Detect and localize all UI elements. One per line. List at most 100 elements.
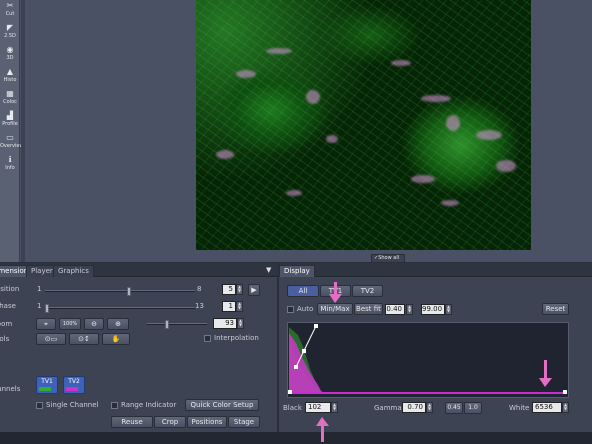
- 3d-tool[interactable]: ◉ 3D: [0, 44, 20, 66]
- info-icon: ℹ: [8, 155, 12, 164]
- white-handle[interactable]: [314, 324, 318, 328]
- bestfit-low-input[interactable]: 0.40: [385, 304, 405, 315]
- stage-button[interactable]: Stage: [228, 416, 260, 428]
- left-toolbar: ✂ Cut ◤ 2.5D ◉ 3D ▲ Histo ▦ Coloc ▟ Profile ▭ O…: [0, 0, 24, 262]
- auto-checkbox[interactable]: [287, 306, 294, 313]
- show-all-toggle[interactable]: ✓Show all: [371, 254, 405, 263]
- gamma-stepper[interactable]: ▲ ▼: [426, 402, 433, 413]
- positions-button[interactable]: Positions: [187, 416, 227, 428]
- position-min: 1: [37, 285, 42, 293]
- dimensions-panel: Dimensions Player Graphics ▼ Position 1 …: [0, 263, 278, 444]
- tv2-channel-button[interactable]: TV2: [63, 376, 85, 394]
- auto-label: Auto: [297, 305, 314, 313]
- zoom-100-button[interactable]: 100%: [59, 318, 81, 330]
- profile-icon: ▟: [6, 111, 14, 120]
- reuse-button[interactable]: Reuse: [111, 416, 153, 428]
- gamma-handle[interactable]: [302, 349, 306, 353]
- single-channel-checkbox[interactable]: [36, 402, 43, 409]
- minmax-button[interactable]: Min/Max: [317, 303, 353, 315]
- position-input[interactable]: 5: [222, 284, 236, 295]
- tab-display[interactable]: Display: [279, 265, 315, 277]
- gamma-045-button[interactable]: 0.45: [445, 402, 463, 414]
- white-label: White: [509, 404, 530, 412]
- tv2-color-swatch: [66, 387, 78, 391]
- position-max: 8: [197, 285, 202, 293]
- coloc-tool[interactable]: ▦ Coloc: [0, 88, 20, 110]
- overview-icon: ▭: [6, 133, 14, 142]
- channel-tv2-button[interactable]: TV2: [352, 285, 383, 297]
- phase-stepper[interactable]: ▲ ▼: [236, 301, 243, 312]
- profile-tool[interactable]: ▟ Profile: [0, 110, 20, 132]
- crosshair-icon: ⌖: [44, 320, 48, 328]
- phase-slider[interactable]: [45, 304, 195, 313]
- zoom-region-button[interactable]: ⊙▭: [36, 333, 66, 345]
- zoom-region-icon: ⊙▭: [44, 335, 58, 343]
- zoom-input[interactable]: 93: [213, 318, 237, 329]
- zoom-slider[interactable]: [147, 320, 207, 329]
- annotation-arrow-black: [316, 417, 329, 442]
- zoom-stepper[interactable]: ▲ ▼: [237, 318, 244, 329]
- image-area: ✂ Cut ◤ 2.5D ◉ 3D ▲ Histo ▦ Coloc ▟ Profile ▭ O…: [0, 0, 592, 263]
- position-slider-thumb[interactable]: [127, 287, 131, 296]
- 3d-icon: ◉: [6, 45, 14, 54]
- phase-slider-thumb[interactable]: [45, 304, 49, 313]
- bestfit-low-stepper[interactable]: ▲ ▼: [406, 304, 413, 315]
- zoom-out-button[interactable]: ⊖: [84, 318, 104, 330]
- black-stepper[interactable]: ▲ ▼: [331, 402, 338, 413]
- position-stepper[interactable]: ▲ ▼: [236, 284, 243, 295]
- left-tab-bar: Dimensions Player Graphics ▼: [0, 263, 278, 277]
- phase-max: 13: [195, 302, 204, 310]
- zoom-fit-button[interactable]: ⌖: [36, 318, 56, 330]
- scissors-icon: ✂: [6, 1, 14, 10]
- histo-tool[interactable]: ▲ Histo: [0, 66, 20, 88]
- annotation-arrow-white: [539, 360, 552, 387]
- gamma-label: Gamma: [374, 404, 402, 412]
- tab-graphics[interactable]: Graphics: [53, 265, 94, 277]
- play-button[interactable]: ▶: [248, 284, 260, 296]
- histogram[interactable]: [287, 322, 569, 398]
- 2.5d-tool[interactable]: ◤ 2.5D: [0, 22, 20, 44]
- toolbar-scrollbar[interactable]: [21, 0, 25, 262]
- reset-button[interactable]: Reset: [542, 303, 569, 315]
- zoom-out-icon: ⊖: [91, 320, 97, 328]
- histogram-plot: [288, 324, 567, 394]
- channel-all-button[interactable]: All: [287, 285, 319, 297]
- phase-input[interactable]: 1: [222, 301, 236, 312]
- cut-tool[interactable]: ✂ Cut: [0, 0, 20, 22]
- phase-min: 1: [37, 302, 42, 310]
- interpolation-checkbox[interactable]: [204, 335, 211, 342]
- bestfit-button[interactable]: Best fit: [354, 303, 383, 315]
- overview-tool[interactable]: ▭ Overview: [0, 132, 24, 154]
- gamma-10-button[interactable]: 1.0: [464, 402, 482, 414]
- black-input[interactable]: 102: [305, 402, 331, 413]
- phase-label: Phase: [0, 302, 16, 310]
- white-input[interactable]: 6536: [532, 402, 562, 413]
- microscopy-image: [196, 0, 531, 250]
- position-slider[interactable]: [45, 287, 195, 296]
- black-handle[interactable]: [294, 365, 298, 369]
- zoom-pan-button[interactable]: ⊙↕: [69, 333, 99, 345]
- zoom-in-icon: ⊕: [115, 320, 121, 328]
- quick-color-setup-button[interactable]: Quick Color Setup: [185, 399, 259, 411]
- bestfit-high-stepper[interactable]: ▲ ▼: [445, 304, 452, 315]
- channels-label: Channels: [0, 385, 21, 393]
- gamma-input[interactable]: 0.70: [402, 402, 426, 413]
- white-stepper[interactable]: ▲ ▼: [562, 402, 569, 413]
- tools-label: Tools: [0, 335, 10, 343]
- info-tool[interactable]: ℹ Info: [0, 154, 20, 176]
- zoom-slider-thumb[interactable]: [165, 320, 169, 329]
- zoom-pan-icon: ⊙↕: [78, 335, 90, 343]
- min-handle[interactable]: [288, 390, 292, 394]
- panel-menu-chevron-icon[interactable]: ▼: [266, 266, 271, 274]
- interpolation-label: Interpolation: [214, 334, 259, 342]
- tv1-color-swatch: [39, 387, 51, 391]
- 2.5d-icon: ◤: [6, 23, 14, 32]
- hand-tool-button[interactable]: ✋: [102, 333, 130, 345]
- crop-button[interactable]: Crop: [154, 416, 186, 428]
- colocalization-icon: ▦: [6, 89, 14, 98]
- bestfit-high-input[interactable]: 99.00: [421, 304, 445, 315]
- max-handle[interactable]: [563, 390, 567, 394]
- zoom-in-button[interactable]: ⊕: [107, 318, 129, 330]
- range-indicator-checkbox[interactable]: [111, 402, 118, 409]
- tv1-channel-button[interactable]: TV1: [36, 376, 58, 394]
